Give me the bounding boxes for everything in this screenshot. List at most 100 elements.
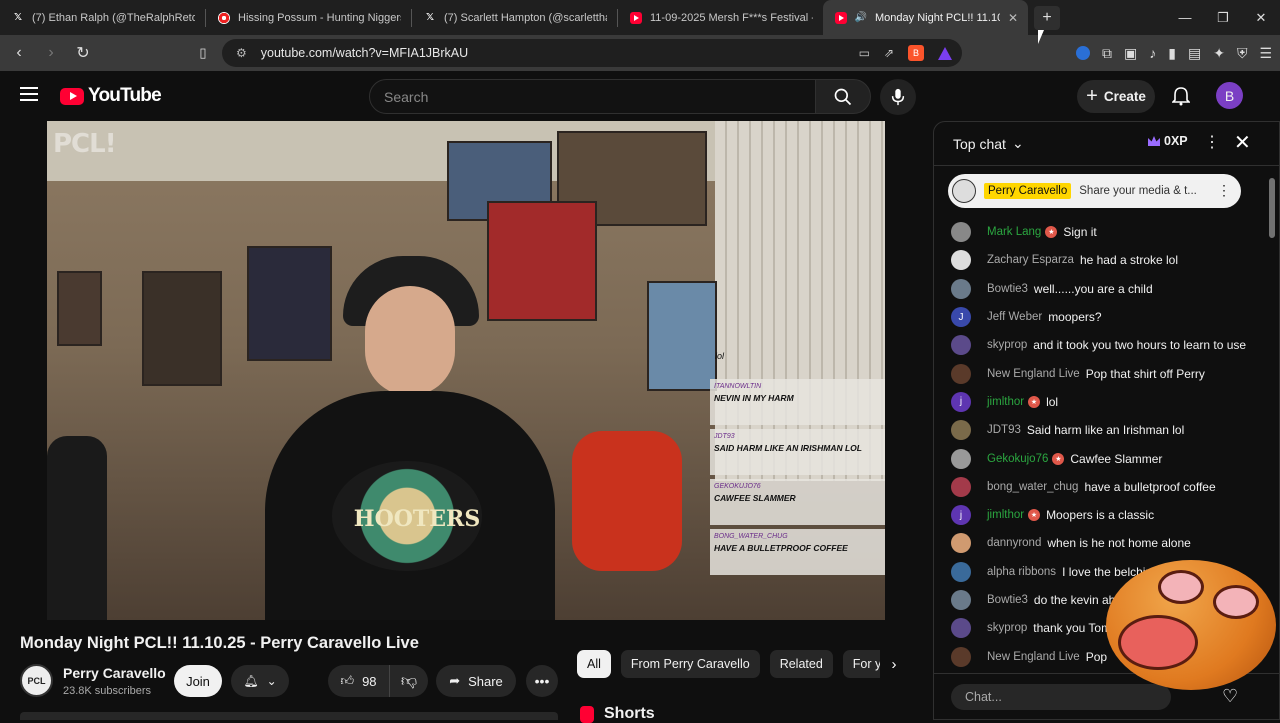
more-vert-icon[interactable]: ⋮ [1217,182,1231,199]
chat-message[interactable]: skyprop and it took you two hours to lear… [951,331,1261,359]
leo-ai-icon[interactable]: ✦ [1213,45,1225,62]
scrollbar-thumb[interactable] [1269,178,1275,238]
vpn-icon[interactable]: ⛨ [1237,45,1248,62]
video-poster [57,271,102,346]
chat-message[interactable]: Zachary Esparza he had a stroke lol [951,246,1261,274]
close-tab-icon[interactable]: ✕ [1008,11,1018,25]
youtube-icon [630,11,642,24]
chat-author[interactable]: bong_water_chug [987,481,1078,493]
screenshot-icon[interactable]: ▣ [1124,45,1137,62]
more-vert-icon[interactable]: ⋮ [1204,132,1220,152]
menu-icon[interactable]: ☰ [1259,45,1272,62]
chat-author[interactable]: skyprop [987,622,1027,634]
chat-message[interactable]: New England Live Pop that shirt off Perry [951,359,1261,387]
chat-message[interactable]: J Jeff Weber moopers? [951,303,1261,331]
member-badge-icon: ★ [1028,395,1041,408]
chat-text: he had a stroke lol [1079,253,1178,268]
chat-author[interactable]: dannyrond [987,537,1041,549]
tab-label: Monday Night PCL!! 11.10.25 [875,11,1000,24]
chat-author[interactable]: Mark Lang [987,226,1041,238]
chat-message[interactable]: Bowtie3 well......you are a child [951,275,1261,303]
chat-message[interactable]: bong_water_chug have a bulletproof coffee [951,473,1261,501]
site-settings-icon[interactable]: ⚙ [236,46,247,60]
music-icon[interactable]: ♪ [1149,45,1156,61]
search-input[interactable]: Search [369,79,816,114]
browser-tab[interactable]: 𝕏 (7) Ethan Ralph (@TheRalphRetort) / [0,0,205,35]
share-page-icon[interactable]: ⇗ [884,46,894,60]
video-poster [142,271,222,386]
video-player[interactable]: HOOTERS PCL! lol ITANNOWLTIN NEVIN IN MY… [47,121,885,620]
chat-author[interactable]: alpha ribbons [987,566,1056,578]
chat-author[interactable]: JDT93 [987,424,1021,436]
address-bar[interactable]: ⚙ youtube.com/watch?v=MFIA1JBrkAU ▭ ⇗ B [222,39,962,67]
youtube-logo[interactable]: YouTube [60,85,162,107]
sidebar-icon[interactable]: ▮ [1168,45,1176,62]
back-icon[interactable]: ‹ [6,40,32,66]
guide-menu-icon[interactable] [20,87,38,101]
notifications-button[interactable] [1168,83,1194,109]
browser-tab[interactable]: 11-09-2025 Mersh F***s Festival - Yo [618,0,823,35]
search-button[interactable] [815,79,871,114]
channel-name[interactable]: Perry Caravello [63,665,166,681]
chat-author[interactable]: Gekokujo76 [987,453,1048,465]
chat-author[interactable]: Jeff Weber [987,311,1042,323]
chat-message[interactable]: j jimlthor ★ Moopers is a classic [951,501,1261,529]
account-avatar[interactable]: B [1216,82,1243,109]
brave-shields-icon[interactable]: B [908,45,924,61]
chat-author[interactable]: New England Live [987,368,1080,380]
chat-text: well......you are a child [1033,281,1153,296]
reload-icon[interactable]: ↻ [70,40,96,66]
minimize-icon[interactable]: — [1166,0,1204,35]
wallet-icon[interactable]: ▤ [1188,45,1201,62]
xp-badge[interactable]: 0XP [1148,134,1188,148]
subscription-bell-button[interactable]: 🔔︎ ⌄ [231,665,289,697]
puzzle-icon[interactable]: ⧉ [1102,45,1112,62]
create-label: Create [1103,89,1146,104]
chat-message[interactable]: Gekokujo76 ★ Cawfee Slammer [951,444,1261,472]
brave-rewards-icon[interactable] [938,46,952,60]
cast-icon[interactable]: ▭ [859,46,870,60]
chip-related[interactable]: Related [769,650,833,678]
chat-message[interactable]: j jimlthor ★ lol [951,388,1261,416]
bookmark-icon[interactable]: ▯ [190,40,216,66]
video-title: Monday Night PCL!! 11.10.25 - Perry Cara… [20,634,419,652]
pinned-message[interactable]: Perry Caravello Share your media & t... … [948,174,1241,208]
chevron-right-icon[interactable]: › [880,650,908,678]
browser-tab[interactable]: Hissing Possum - Hunting Niggers in [206,0,411,35]
chip-from-channel[interactable]: From Perry Caravello [620,650,760,678]
chat-text: Sign it [1063,225,1097,240]
chat-text: moopers? [1048,310,1102,325]
voice-search-button[interactable] [880,79,916,115]
overlay-chat-item: GEKOKUJO76 CAWFEE SLAMMER [710,479,885,525]
chat-author[interactable]: Zachary Esparza [987,254,1074,266]
chat-author[interactable]: Bowtie3 [987,594,1028,606]
like-button[interactable]: 👍︎ 98 [328,665,390,697]
overlay-chat-user: JDT93 [714,433,735,440]
channel-avatar[interactable]: PCL [20,664,53,697]
restore-icon[interactable]: ❐ [1204,0,1242,35]
chat-author[interactable]: jimlthor [987,509,1024,521]
chevron-down-icon: ⌄ [266,674,277,688]
create-button[interactable]: + Create [1077,80,1155,113]
close-icon[interactable]: ✕ [1234,130,1251,155]
chat-message[interactable]: JDT93 Said harm like an Irishman lol [951,416,1261,444]
window-close-icon[interactable]: ✕ [1242,0,1280,35]
top-chat-dropdown[interactable]: Top chat ⌄ [953,135,1024,152]
browser-tab[interactable]: 𝕏 (7) Scarlett Hampton (@scarletthamp [412,0,617,35]
more-actions-button[interactable]: ••• [526,665,558,697]
extension-icon[interactable] [1076,46,1091,60]
chip-all[interactable]: All [577,650,611,678]
chat-message[interactable]: Mark Lang ★ Sign it [951,218,1261,246]
dislike-button[interactable]: 👎︎ [390,665,428,697]
share-button[interactable]: ➦ Share [436,665,516,697]
chat-author[interactable]: jimlthor [987,396,1024,408]
browser-tab-active[interactable]: 🔊 Monday Night PCL!! 11.10.25 ✕ [823,0,1028,35]
chat-author[interactable]: New England Live [987,651,1080,663]
chat-author[interactable]: skyprop [987,339,1027,351]
chat-author[interactable]: Bowtie3 [987,283,1028,295]
speaker-icon[interactable]: 🔊 [855,12,867,24]
new-tab-button[interactable]: + [1034,5,1060,30]
description-box[interactable] [20,712,558,720]
forward-icon[interactable]: › [38,40,64,66]
join-button[interactable]: Join [174,665,222,697]
